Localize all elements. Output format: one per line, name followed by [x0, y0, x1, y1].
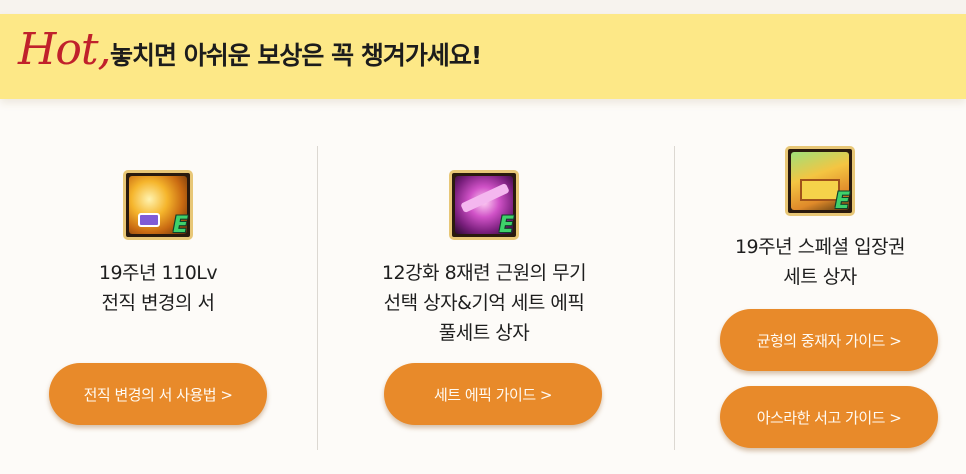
item-title-line: 세트 상자: [783, 266, 857, 288]
column-divider: [317, 146, 318, 450]
set-epic-guide-button[interactable]: 세트 에픽 가이드 >: [384, 363, 602, 425]
job-change-scroll-guide-button[interactable]: 전직 변경의 서 사용법 >: [49, 363, 267, 425]
top-strip: [0, 0, 966, 14]
item-title-line: 19주년 스페셜 입장권: [734, 236, 906, 258]
job-change-scroll-icon: E: [123, 170, 193, 240]
banner-text: 놓치면 아쉬운 보상은 꼭 챙겨가세요!: [110, 41, 482, 70]
balance-mediator-guide-button[interactable]: 균형의 중재자 가이드 >: [720, 309, 938, 371]
distant-library-guide-button[interactable]: 아스라한 서고 가이드 >: [720, 386, 938, 448]
item-title-line: 선택 상자&기억 세트 에픽: [383, 292, 585, 314]
hot-banner: Hot, 놓치면 아쉬운 보상은 꼭 챙겨가세요!: [0, 14, 966, 99]
item-title-line: 전직 변경의 서: [101, 292, 215, 314]
weapon-box-icon: E: [449, 170, 519, 240]
item-title-line: 풀세트 상자: [438, 322, 530, 344]
hot-label: Hot,: [18, 24, 112, 75]
ticket-box-icon: E: [785, 146, 855, 216]
item-title-line: 12강화 8재련 근원의 무기: [381, 262, 587, 284]
item-title-line: 19주년 110Lv: [98, 262, 218, 284]
